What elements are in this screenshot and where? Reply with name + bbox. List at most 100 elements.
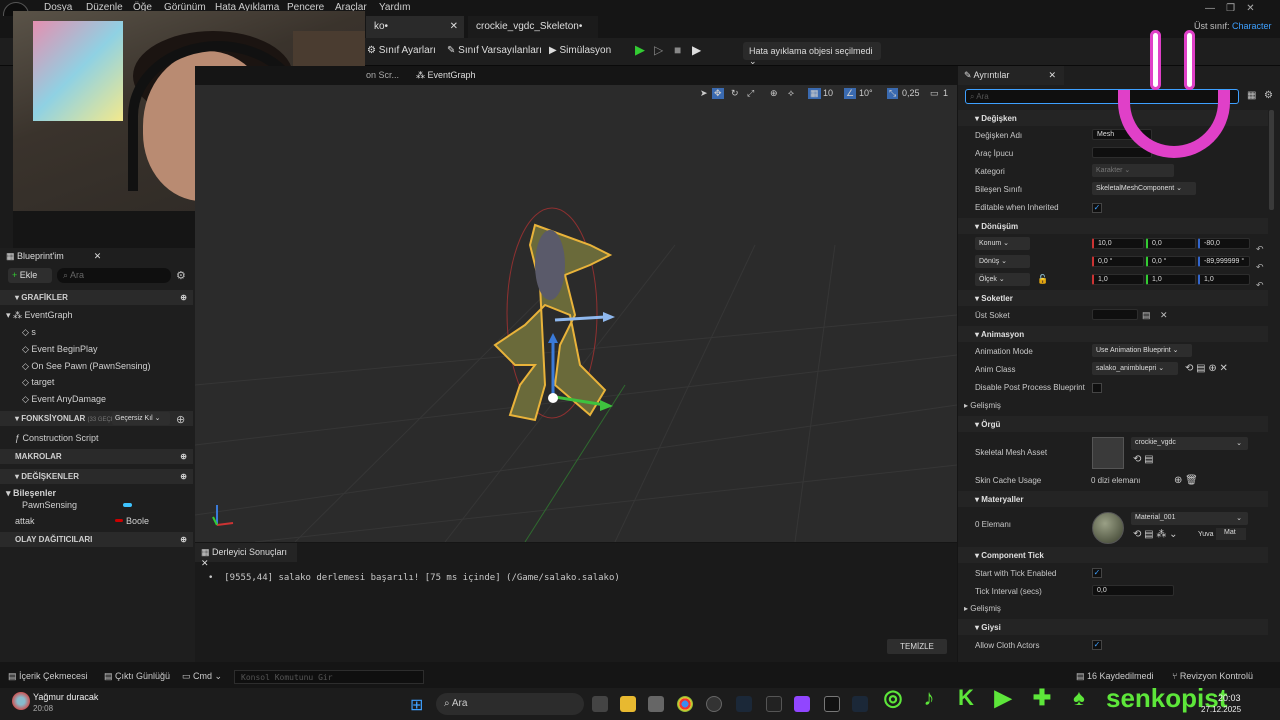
add-button[interactable]: + Ekle bbox=[8, 268, 52, 283]
obs-icon[interactable] bbox=[706, 696, 722, 712]
file-explorer-icon[interactable] bbox=[620, 696, 636, 712]
add-graph-icon[interactable]: ⊕ bbox=[180, 293, 187, 302]
animation-section[interactable]: ▾ Animasyon bbox=[958, 326, 1268, 342]
output-log-button[interactable]: ▤ Çıktı Günlüğü bbox=[104, 671, 170, 682]
skin-cache-actions[interactable]: ⊕ 🗑 bbox=[1174, 475, 1198, 486]
my-blueprint-tab[interactable]: ▦ Blueprint'im ✕ bbox=[6, 251, 101, 262]
unsaved-button[interactable]: ▤ 16 Kaydedilmedi bbox=[1076, 671, 1154, 682]
component-tick-section[interactable]: ▾ Component Tick bbox=[958, 547, 1268, 563]
taskbar-search[interactable]: ⌕ Ara bbox=[436, 693, 584, 715]
add-macro-icon[interactable]: ⊕ bbox=[180, 452, 187, 461]
scale-x[interactable]: 1,0 bbox=[1092, 274, 1144, 285]
material-actions[interactable]: ⟲ ▤ ⁂ ⌄ bbox=[1133, 529, 1178, 540]
component-class-dropdown[interactable]: SkeletalMeshComponent ⌄ bbox=[1092, 182, 1196, 195]
camera-speed-value[interactable]: 1 bbox=[943, 88, 948, 98]
surface-snap-icon[interactable]: ⟡ bbox=[788, 88, 794, 99]
twitch-icon[interactable] bbox=[794, 696, 810, 712]
clear-button[interactable]: TEMİZLE bbox=[887, 639, 947, 654]
close-icon[interactable]: ✕ bbox=[94, 251, 102, 261]
console-input[interactable]: Konsol Komutunu Gir bbox=[234, 670, 424, 684]
event-item[interactable]: ◇ s bbox=[22, 327, 215, 338]
gear-icon[interactable]: ⚙ bbox=[1264, 90, 1273, 101]
chrome-icon[interactable] bbox=[677, 696, 693, 712]
browse-socket-icon[interactable]: ▤ bbox=[1142, 310, 1151, 321]
clock-time[interactable]: 20:03 bbox=[1218, 693, 1241, 703]
rotation-snap-icon[interactable]: ∠ bbox=[844, 88, 857, 99]
dispatchers-section[interactable]: OLAY DAĞITICILARI ⊕ bbox=[0, 532, 193, 547]
mesh-thumbnail[interactable] bbox=[1092, 437, 1124, 469]
add-function-icon[interactable]: ⊕ bbox=[176, 413, 185, 426]
gizmo-y-axis[interactable] bbox=[554, 315, 606, 322]
store-icon[interactable] bbox=[648, 696, 664, 712]
property-matrix-icon[interactable]: ▦ bbox=[1247, 90, 1256, 101]
epic-games-icon[interactable] bbox=[766, 696, 782, 712]
cloth-checkbox[interactable]: ✓ bbox=[1092, 640, 1102, 650]
variable-item[interactable]: attak Boole bbox=[15, 516, 208, 526]
close-icon[interactable]: ✕ bbox=[1048, 70, 1056, 81]
world-icon[interactable]: ⊕ bbox=[770, 88, 778, 99]
category-dropdown[interactable]: Karakter ⌄ bbox=[1092, 164, 1174, 177]
event-item[interactable]: ◇ Event BeginPlay bbox=[22, 344, 215, 355]
location-dropdown[interactable]: Konum ⌄ bbox=[975, 237, 1030, 250]
tab-skeleton[interactable]: crockie_vgdc_Skeleton• bbox=[468, 16, 598, 38]
advanced-expander-2[interactable]: ▸ Gelişmiş bbox=[964, 604, 1001, 613]
rotation-snap-value[interactable]: 10° bbox=[859, 88, 873, 98]
tab-eventgraph[interactable]: ⁂ EventGraph bbox=[416, 70, 476, 81]
tab-blueprint[interactable]: ko• ✕ bbox=[366, 16, 464, 38]
camera-speed-icon[interactable]: ▭ bbox=[930, 88, 939, 99]
weather-icon[interactable] bbox=[12, 692, 30, 710]
scale-snap-icon[interactable]: ⤡ bbox=[887, 88, 899, 99]
anim-class-actions[interactable]: ⟲ ▤ ⊕ ✕ bbox=[1185, 363, 1228, 374]
scale-dropdown[interactable]: Ölçek ⌄ bbox=[975, 273, 1030, 286]
event-item[interactable]: ◇ target bbox=[22, 377, 215, 388]
event-item[interactable]: ◇ Event AnyDamage bbox=[22, 394, 215, 405]
add-dispatcher-icon[interactable]: ⊕ bbox=[180, 535, 187, 544]
components-category[interactable]: ▾ Bileşenler bbox=[6, 488, 199, 499]
close-icon[interactable]: ✕ bbox=[450, 21, 458, 32]
event-item[interactable]: ◇ On See Pawn (PawnSensing) bbox=[22, 361, 215, 372]
editable-checkbox[interactable]: ✓ bbox=[1092, 203, 1102, 213]
grid-snap-value[interactable]: 10 bbox=[823, 88, 833, 98]
override-dropdown[interactable]: Geçersiz Kıl ⌄ bbox=[112, 412, 170, 425]
reset-icons[interactable]: ↶ ↶ ↶ bbox=[1256, 240, 1264, 294]
compiler-tab[interactable]: ▦ Derleyici Sonuçları ✕ bbox=[195, 543, 297, 568]
materials-section[interactable]: ▾ Materyaller bbox=[958, 491, 1268, 507]
tab-construction[interactable]: on Scr... bbox=[366, 70, 399, 80]
location-x[interactable]: 10,0 bbox=[1092, 238, 1144, 249]
clock-date[interactable]: 27.12.2025 bbox=[1201, 705, 1241, 714]
gizmo-origin[interactable] bbox=[548, 393, 558, 403]
stop-icon[interactable]: ■ bbox=[674, 43, 681, 57]
task-view-icon[interactable] bbox=[592, 696, 608, 712]
clothing-section[interactable]: ▾ Giysi bbox=[958, 619, 1268, 635]
details-tab[interactable]: ✎ Ayrıntılar ✕ bbox=[958, 66, 1064, 85]
steam-icon[interactable] bbox=[736, 696, 752, 712]
class-settings-button[interactable]: ⚙ Sınıf Ayarları bbox=[367, 45, 436, 56]
add-variable-icon[interactable]: ⊕ bbox=[180, 472, 187, 481]
debug-object-select[interactable]: Hata ayıklama objesi seçilmedi ⌄ bbox=[743, 42, 881, 66]
anim-mode-dropdown[interactable]: Use Animation Blueprint ⌄ bbox=[1092, 344, 1192, 357]
disable-pp-checkbox[interactable] bbox=[1092, 383, 1102, 393]
windows-start-icon[interactable]: ⊞ bbox=[410, 695, 423, 715]
lock-icon[interactable]: 🔓 bbox=[1037, 274, 1048, 285]
scale-y[interactable]: 1,0 bbox=[1146, 274, 1196, 285]
gear-icon[interactable]: ⚙ bbox=[176, 269, 186, 282]
scale-snap-value[interactable]: 0,25 bbox=[902, 88, 920, 98]
location-y[interactable]: 0,0 bbox=[1146, 238, 1196, 249]
window-controls[interactable]: — ❐ ✕ bbox=[1205, 3, 1255, 14]
construction-script-item[interactable]: ƒ Construction Script bbox=[15, 433, 208, 443]
skeletal-mesh-dropdown[interactable]: crockie_vgdc ⌄ bbox=[1131, 437, 1248, 450]
class-defaults-button[interactable]: ✎ Sınıf Varsayılanları bbox=[447, 45, 542, 56]
unreal-engine-icon[interactable] bbox=[824, 696, 840, 712]
rotation-z[interactable]: -89,999999 ° bbox=[1198, 256, 1250, 267]
blueprint-search-input[interactable]: ⌕ Ara bbox=[57, 268, 171, 283]
material-thumbnail[interactable] bbox=[1092, 512, 1124, 544]
location-z[interactable]: -80,0 bbox=[1198, 238, 1250, 249]
parent-class-value[interactable]: Character bbox=[1232, 21, 1272, 31]
scale-z[interactable]: 1,0 bbox=[1198, 274, 1250, 285]
material-slot-button[interactable]: Mat bbox=[1216, 528, 1246, 540]
tick-checkbox[interactable]: ✓ bbox=[1092, 568, 1102, 578]
scale-icon[interactable]: ⤢ bbox=[747, 88, 754, 99]
graphs-section[interactable]: ▾ GRAFİKLER ⊕ bbox=[0, 290, 193, 305]
rotation-dropdown[interactable]: Dönüş ⌄ bbox=[975, 255, 1030, 268]
simulation-button[interactable]: ▶ Simülasyon bbox=[549, 45, 611, 56]
